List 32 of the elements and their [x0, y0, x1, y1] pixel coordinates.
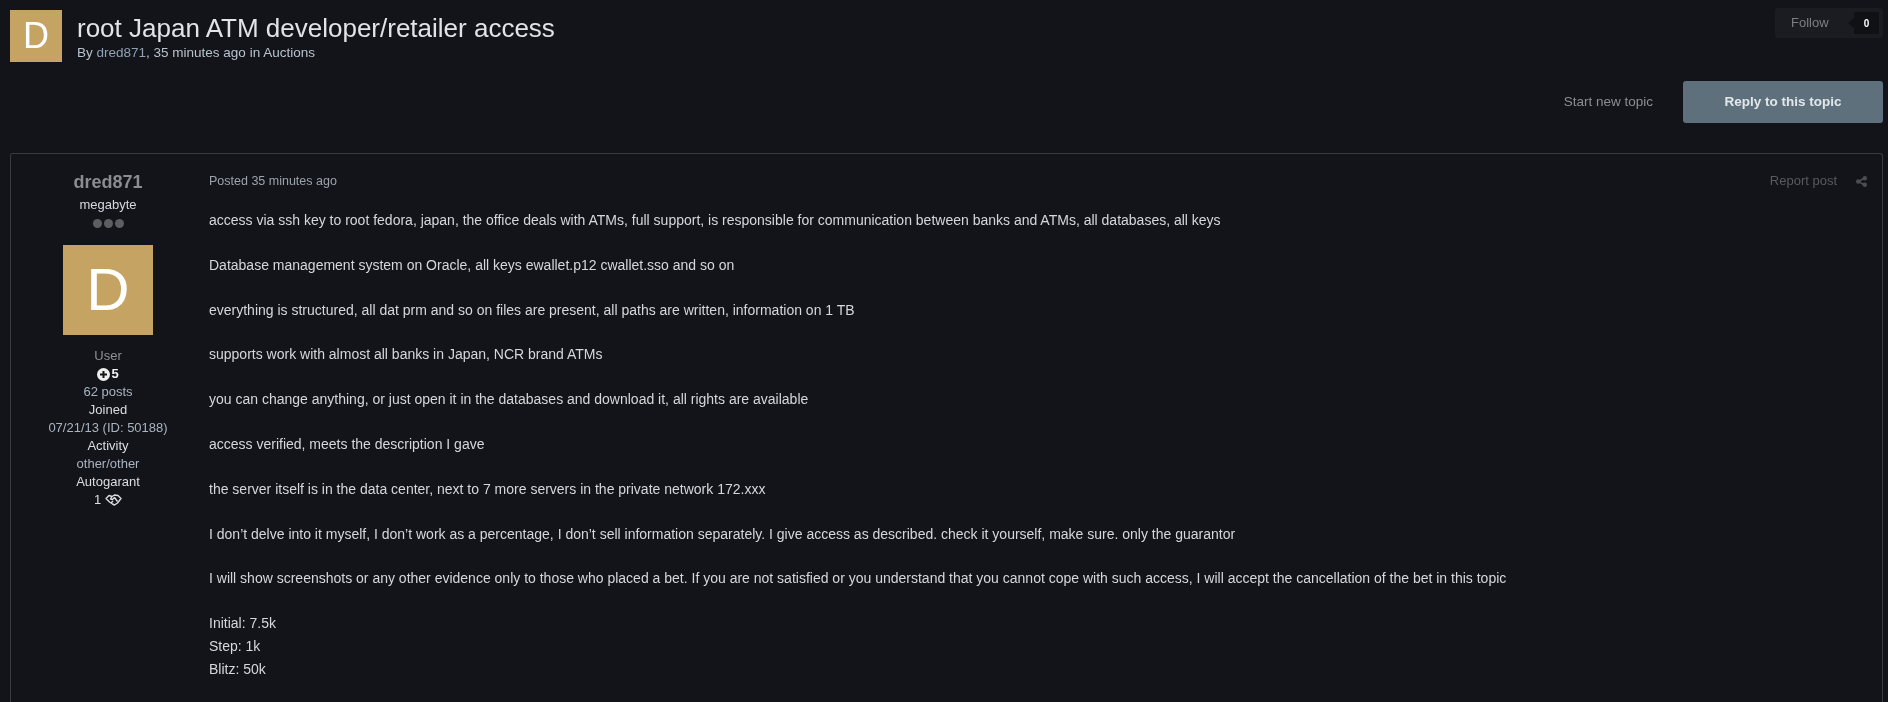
post-paragraph: access verified, meets the description I gave [209, 435, 486, 454]
joined-label: Joined [88, 401, 128, 419]
member-group: User [94, 347, 122, 365]
reputation-count: 5 [111, 365, 119, 383]
post-paragraph: you can change anything, or just open it in the databases and download it, all rights are available [209, 390, 810, 410]
autogarant-label: Autogarant [76, 473, 140, 491]
activity-value: other/other [76, 455, 140, 473]
activity-label: Activity [87, 437, 129, 455]
post-paragraph: I will show screenshots or any other evidence only to those who placed a bet. If you are not satisfied or you understand that you cannot cope with such access, I will accept the cancellation of the bet in this topic [209, 569, 1508, 589]
follower-count: 0 [1848, 12, 1879, 34]
post-date: Posted 35 minutes ago [209, 173, 337, 190]
follow-button[interactable]: Follow 0 [1775, 8, 1883, 38]
reply-button[interactable]: Reply to this topic [1683, 81, 1883, 123]
post-paragraph: supports work with almost all banks in Japan, NCR brand ATMs [209, 345, 604, 365]
plus-circle-icon [97, 367, 111, 381]
share-icon[interactable] [1856, 175, 1867, 187]
handshake-icon [105, 494, 123, 506]
rank-title: megabyte [79, 196, 137, 214]
post-paragraph: Initial: 7.5k Step: 1k Blitz: 50k [209, 614, 277, 680]
post-paragraph: I don’t delve into it myself, I don’t work as a percentage, I don’t sell information separately. I give access as described. check it yourself, make sure. only the guarantor [209, 524, 1237, 544]
author-name-link[interactable]: dred871 [73, 170, 143, 194]
post-paragraph: everything is structured, all dat prm and so on files are present, all paths are written, information on 1 TB [209, 300, 856, 320]
post-paragraph: Database management system on Oracle, all keys ewallet.p12 cwallet.sso and so on [209, 255, 736, 275]
autogarant-count: 1 [93, 491, 102, 509]
joined-date: 07/21/13 (ID: 50188) [48, 419, 168, 437]
topic-byline: By dred871, 35 minutes ago in Auctions [77, 44, 316, 62]
start-topic-link[interactable]: Start new topic [1563, 91, 1653, 113]
forum-link[interactable]: Auctions [263, 45, 315, 60]
post-count: 62 posts [83, 383, 133, 401]
topic-title: root Japan ATM developer/retailer access [77, 13, 555, 44]
post-paragraph: the server itself is in the data center, next to 7 more servers in the private network 172.xxx [209, 479, 767, 499]
post-paragraph: access via ssh key to root fedora, japan, the office deals with ATMs, full support, is responsible for communication between banks and ATMs, all databases, all keys [209, 211, 1222, 230]
